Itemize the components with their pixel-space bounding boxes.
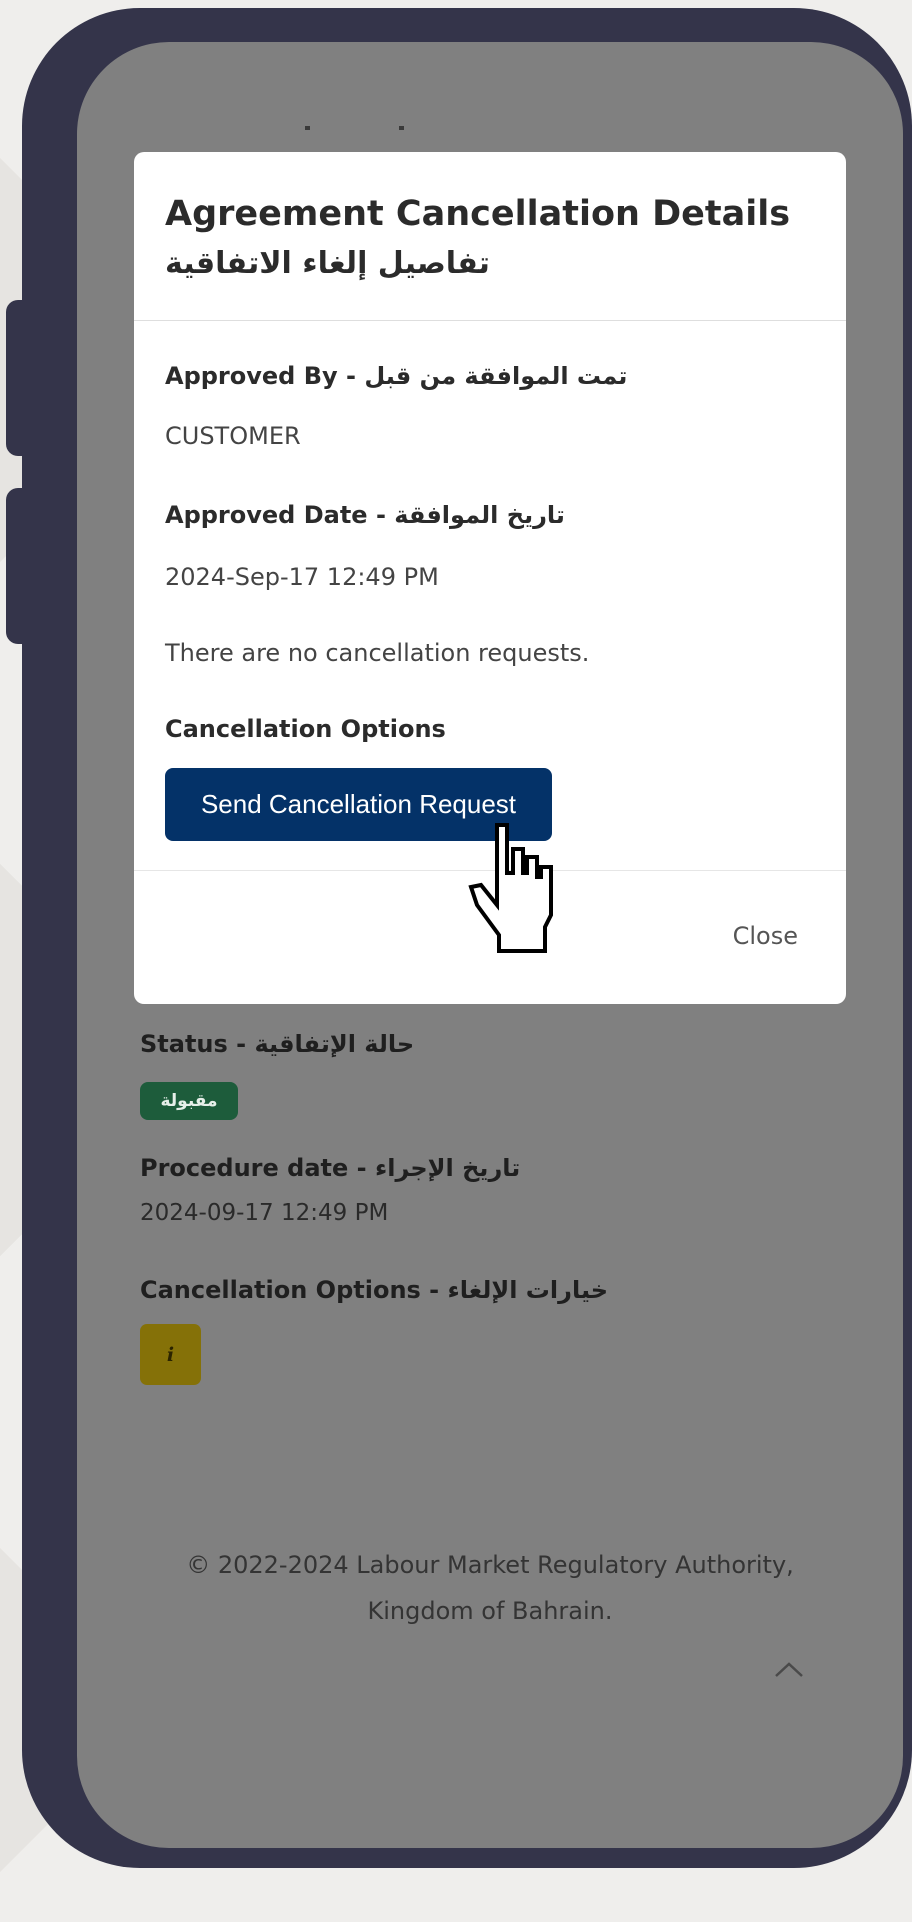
partially-hidden-text [247, 126, 407, 140]
no-requests-text: There are no cancellation requests. [165, 639, 590, 667]
footer-line-1: © 2022-2024 Labour Market Regulatory Aut… [186, 1551, 794, 1579]
modal-header: Agreement Cancellation Details تفاصيل إل… [134, 152, 846, 321]
approved-by-label: Approved By - تمت الموافقة من قبل [165, 362, 628, 390]
info-icon: i [166, 1343, 175, 1366]
approved-by-value: CUSTOMER [165, 422, 301, 450]
cancellation-options-heading: Cancellation Options [165, 715, 446, 743]
hand-pointer-cursor-icon [468, 823, 553, 953]
approved-date-label: Approved Date - تاريخ الموافقة [165, 501, 565, 529]
cancellation-options-label: Cancellation Options - خيارات الإلغاء [140, 1276, 609, 1304]
chevron-up-icon[interactable] [767, 1654, 811, 1684]
status-badge: مقبولة [140, 1082, 238, 1120]
footer-copyright: © 2022-2024 Labour Market Regulatory Aut… [77, 1542, 903, 1634]
procedure-date-value: 2024-09-17 12:49 PM [140, 1200, 389, 1226]
footer-line-2: Kingdom of Bahrain. [367, 1597, 613, 1625]
modal-title: Agreement Cancellation Details [165, 194, 791, 234]
modal-title-arabic: تفاصيل إلغاء الاتفاقية [165, 246, 490, 281]
status-label: Status - حالة الإتفاقية [140, 1030, 415, 1058]
close-button[interactable]: Close [733, 922, 798, 950]
info-button[interactable]: i [140, 1324, 201, 1385]
approved-date-value: 2024-Sep-17 12:49 PM [165, 563, 439, 591]
procedure-date-label: Procedure date - تاريخ الإجراء [140, 1154, 521, 1182]
